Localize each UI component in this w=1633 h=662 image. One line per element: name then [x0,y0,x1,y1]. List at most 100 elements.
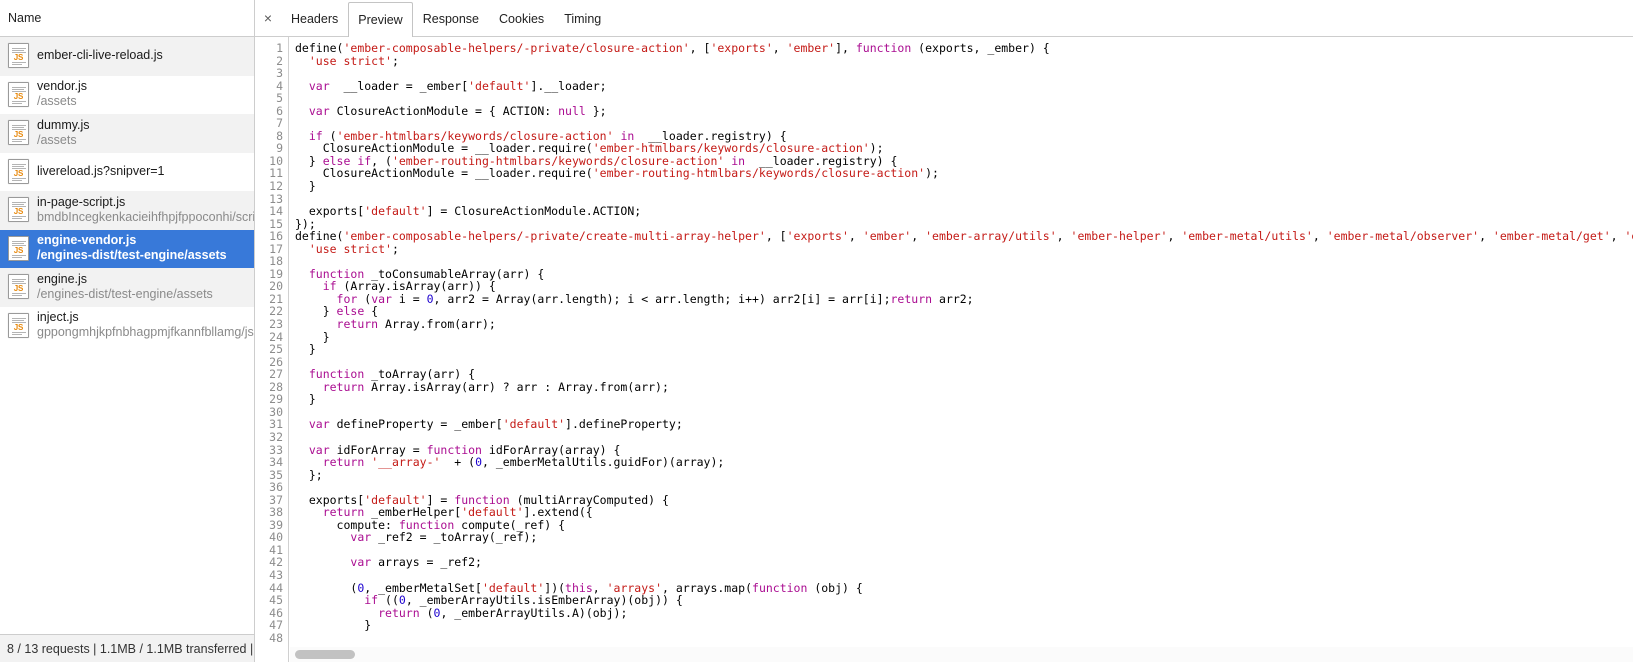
request-list-item-text: ember-cli-live-reload.js [37,48,163,63]
code-token: 'default' [364,204,427,219]
line-number: 38 [269,505,283,520]
js-file-icon: JS [8,120,29,146]
js-file-icon-label: JS [13,53,24,63]
line-number: 12 [269,179,283,194]
code-token: ; [391,53,399,68]
request-list-item[interactable]: JS in-page-script.js bmdbIncegkenkacieihfh… [0,191,254,230]
request-list-item-text: engine-vendor.js/engines-dist/test-engin… [37,233,227,263]
code-token: + ( [440,455,476,470]
code-content[interactable]: define('ember-composable-helpers/-privat… [289,37,1633,662]
request-path: gppongmhjkpfnbhagpmjfkannfbllamg/js [37,325,254,340]
preview-code-viewer[interactable]: 1 2 3 4 5 6 7 8 9 10 11 12 13 14 15 16 17 18 19 20 21 22 23 24 2… [255,37,1633,662]
js-file-icon: JS [8,312,29,338]
code-line: var __loader = _ember['default'].__loade… [295,78,1633,93]
line-number: 47 [269,618,283,633]
line-number: 25 [269,342,283,357]
request-list-panel: Name JS ember-cli-live-reload.js JS vendor.… [0,0,255,662]
js-file-icon-label: JS [13,322,24,332]
code-token: i = [391,291,427,306]
js-file-icon: JS [8,197,29,223]
close-icon-glyph: × [263,10,273,26]
horizontal-scrollbar[interactable] [290,647,1633,662]
column-header-name[interactable]: Name [0,0,254,37]
code-token: 'ember' [862,229,912,244]
code-line: define('ember-composable-helpers/-privat… [295,230,1633,243]
request-list-item-text: in-page-script.js bmdbIncegkenkacieihfhpj… [37,195,254,225]
line-number: 23 [269,317,283,332]
column-header-name-label: Name [8,11,42,25]
request-path: /engines-dist/test-engine/assets [37,286,213,301]
code-token: ].__loader; [530,78,607,93]
tab-timing[interactable]: Timing [554,2,611,36]
code-token: , [1610,229,1625,244]
line-number: 36 [269,480,283,495]
line-number: 34 [269,455,283,470]
code-token: 0 [426,291,434,306]
js-file-icon-label: JS [13,284,24,294]
horizontal-scrollbar-thumb[interactable] [295,650,355,659]
line-number: 14 [269,204,283,219]
request-list-item[interactable]: JS livereload.js?snipver=1 [0,153,254,192]
request-list-item[interactable]: JS vendor.js/assets [0,76,254,115]
tab-preview[interactable]: Preview [348,2,413,37]
code-token: 'ember-helper' [1070,229,1168,244]
detail-tab-bar: × Headers Preview Response Cookies Timing [255,0,1633,37]
js-file-icon-label: JS [13,91,24,101]
close-icon[interactable]: × [255,0,281,36]
code-token: 'ember-metal/utils' [1181,229,1313,244]
code-line: return (0, _emberArrayUtils.A)(obj); [295,605,1633,620]
request-list-item[interactable]: JS dummy.js/assets [0,114,254,153]
code-token: 'use strict' [308,53,392,68]
line-number: 1 [276,41,283,55]
code-token: var [350,555,372,570]
code-token: 'ember-metal/get' [1492,229,1611,244]
js-file-icon: JS [8,158,29,184]
code-token: , [ [689,41,711,55]
tab-label: Cookies [499,12,545,26]
code-token: 'ember-composable-helpers/-private/creat… [343,229,766,244]
js-file-icon-label: JS [13,130,24,140]
line-number: 5 [276,91,283,106]
request-list[interactable]: JS ember-cli-live-reload.js JS vendor.js/as… [0,37,254,634]
code-token: function [752,580,808,595]
code-line: } [295,330,1633,344]
line-number: 45 [269,593,283,608]
line-number: 3 [276,66,283,81]
request-list-item[interactable]: JS engine.js/engines-dist/test-engine/ass… [0,268,254,307]
code-token: (obj) { [807,580,863,595]
code-token: } [295,392,316,407]
code-line: } [295,180,1633,193]
tab-label: Timing [564,12,602,26]
code-token: ( [419,605,434,620]
tab-headers[interactable]: Headers [281,2,348,36]
code-token: }; [585,103,607,118]
code-token: , [ [765,229,787,244]
code-token: , [1479,229,1493,244]
code-token: 'ember' [786,41,836,55]
request-name: livereload.js?snipver=1 [37,163,165,178]
code-token: defineProperty = _ember[ [329,417,503,432]
code-token: ClosureActionModule = { ACTION: [329,103,559,118]
js-file-icon-label: JS [13,207,24,217]
tab-response[interactable]: Response [413,2,489,36]
tab-label: Preview [358,12,403,27]
line-number: 32 [269,429,283,444]
request-list-item[interactable]: JS engine-vendor.js/engines-dist/test-eng… [0,229,254,268]
request-list-item[interactable]: JS inject.js gppongmhjkpfnbhagpmjfkannfbll… [0,307,254,346]
code-token: _ref2 = _toArray(_ref); [371,530,538,545]
line-number-gutter: 1 2 3 4 5 6 7 8 9 10 11 12 13 14 15 16 17 18 19 20 21 22 23 24 2… [255,37,289,662]
line-number: 48 [269,630,283,645]
request-list-item[interactable]: JS ember-cli-live-reload.js [0,37,254,76]
code-token: ].defineProperty; [565,417,683,432]
code-line: var arrays = _ref2; [295,556,1633,569]
tab-cookies[interactable]: Cookies [489,2,554,36]
devtools-network-panel: Name JS ember-cli-live-reload.js JS vendor.… [0,0,1633,662]
code-token: function [855,41,912,55]
code-token: return [378,605,420,620]
